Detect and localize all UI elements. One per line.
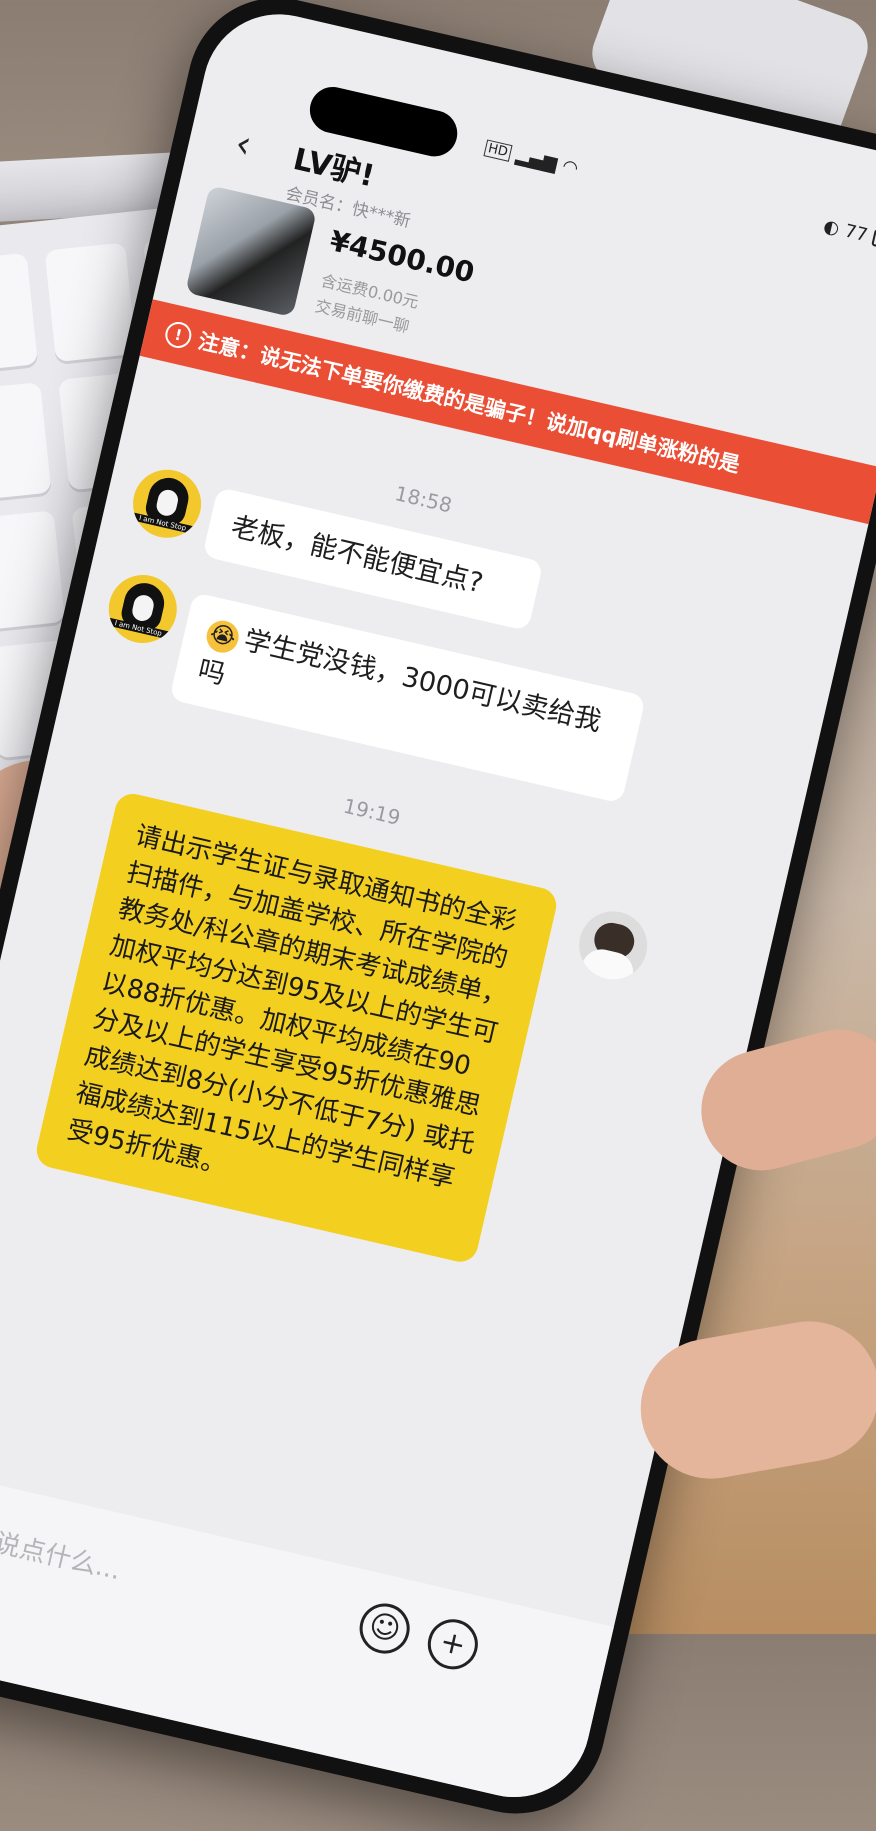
nfc-icon: ◐: [821, 215, 842, 240]
wifi-icon: ◠: [560, 154, 581, 179]
message-text: 请出示学生证与录取通知书的全彩扫描件，与加盖学校、所在学院的教务处/科公章的期末…: [64, 820, 520, 1195]
input-bar: ☺ +: [0, 1458, 614, 1813]
message-bubble[interactable]: 😭 学生党没钱，3000可以卖给我吗: [169, 592, 647, 804]
message-time: 19:19: [341, 793, 403, 830]
my-avatar[interactable]: [572, 904, 654, 987]
message-text: 老板，能不能便宜点?: [228, 511, 486, 600]
warning-icon: !: [162, 319, 194, 351]
back-icon[interactable]: ‹: [231, 121, 270, 169]
message-input[interactable]: [0, 1497, 331, 1646]
my-message-bubble[interactable]: 请出示学生证与录取通知书的全彩扫描件，与加盖学校、所在学院的教务处/科公章的期末…: [33, 790, 560, 1266]
plus-button[interactable]: +: [422, 1614, 483, 1675]
signal-icon: ▂▄▆: [514, 144, 560, 174]
message-time: 18:58: [392, 481, 455, 518]
avatar[interactable]: I am Not Stop: [102, 568, 184, 650]
avatar[interactable]: I am Not Stop: [126, 462, 208, 545]
battery-icon: [871, 228, 876, 252]
emoji-button[interactable]: ☺: [354, 1598, 415, 1659]
product-thumbnail[interactable]: [185, 185, 318, 318]
crying-emoji-icon: 😭: [203, 616, 242, 656]
message-text: 学生党没钱，3000可以卖给我吗: [195, 625, 605, 738]
battery-text: 77: [842, 220, 870, 246]
network-label: HD: [483, 138, 513, 162]
